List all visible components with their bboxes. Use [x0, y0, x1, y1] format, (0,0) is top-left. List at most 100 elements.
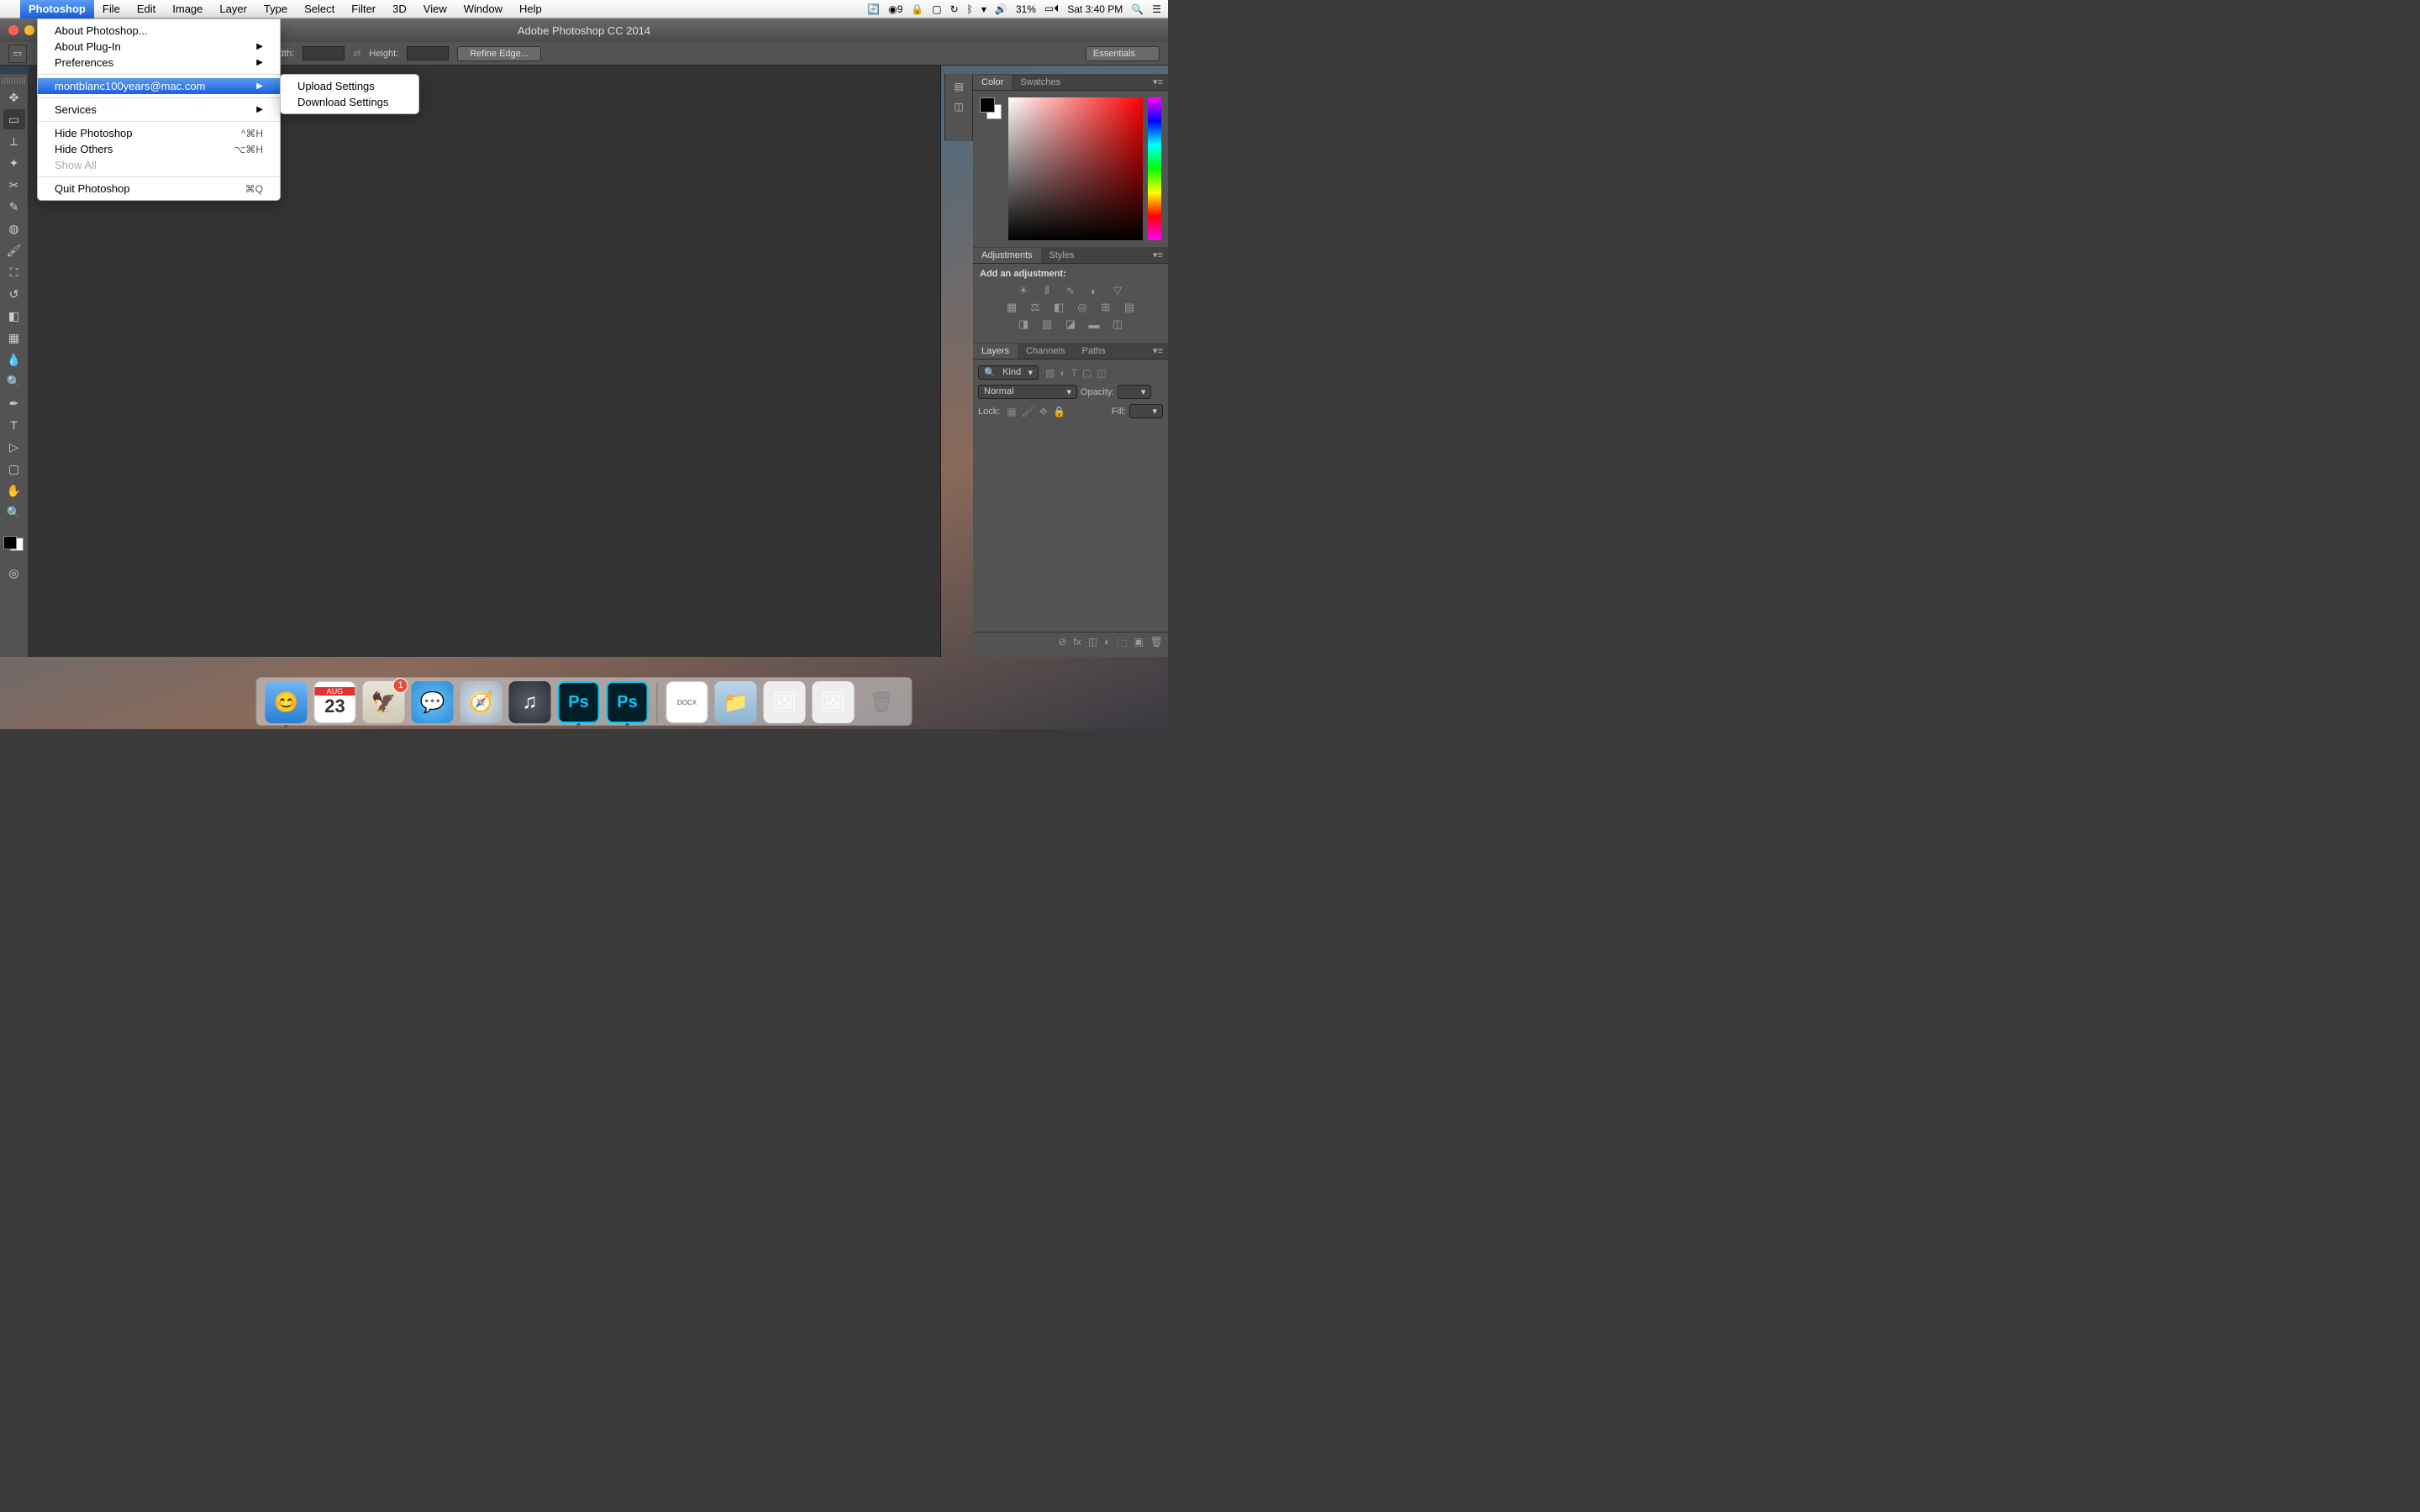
clone-stamp-tool[interactable]: ⛶ — [3, 262, 25, 282]
filter-pixel-icon[interactable]: ▧ — [1045, 367, 1055, 379]
fill-input[interactable]: ▾ — [1129, 404, 1163, 418]
opacity-input[interactable]: ▾ — [1118, 385, 1151, 399]
dodge-tool[interactable]: 🔍 — [3, 371, 25, 391]
menu-help[interactable]: Help — [511, 0, 550, 18]
dock-photoshop-1[interactable]: Ps — [558, 681, 600, 723]
menu-preferences[interactable]: Preferences▶ — [38, 55, 280, 71]
creative-cloud-icon[interactable]: ◉ 9 — [888, 3, 902, 15]
menu-account[interactable]: montblanc100years@mac.com▶ — [38, 78, 280, 94]
color-lookup-icon[interactable]: ▤ — [1121, 301, 1138, 314]
layer-fx-icon[interactable]: fx — [1073, 636, 1081, 654]
spotlight-icon[interactable]: 🔍 — [1131, 3, 1144, 15]
history-panel-icon[interactable]: ▤ — [950, 79, 968, 94]
selective-color-icon[interactable]: ◫ — [1109, 318, 1126, 331]
swap-icon[interactable]: ⇄ — [353, 48, 360, 59]
submenu-download-settings[interactable]: Download Settings — [281, 94, 418, 110]
clock[interactable]: Sat 3:40 PM — [1067, 3, 1123, 15]
filter-adjust-icon[interactable]: ◐ — [1060, 367, 1065, 379]
tab-channels[interactable]: Channels — [1018, 344, 1073, 359]
fg-swatch[interactable] — [980, 97, 995, 113]
panel-grip[interactable] — [2, 77, 27, 84]
filter-shape-icon[interactable]: ▢ — [1082, 367, 1092, 379]
tab-color[interactable]: Color — [973, 75, 1012, 90]
dock-mail[interactable]: 🦅1 — [363, 681, 405, 723]
menu-type[interactable]: Type — [255, 0, 296, 18]
color-panel-swatches[interactable] — [980, 97, 1003, 240]
healing-brush-tool[interactable]: ◍ — [3, 218, 25, 239]
hand-tool[interactable]: ✋ — [3, 480, 25, 501]
marquee-tool-preset-icon[interactable]: ▭ — [8, 45, 27, 63]
menu-services[interactable]: Services▶ — [38, 102, 280, 118]
move-tool[interactable]: ✥ — [3, 87, 25, 108]
magic-wand-tool[interactable]: ✦ — [3, 153, 25, 173]
rectangle-tool[interactable]: ▢ — [3, 459, 25, 479]
menu-about-photoshop[interactable]: About Photoshop... — [38, 23, 280, 39]
tab-swatches[interactable]: Swatches — [1012, 75, 1069, 90]
volume-icon[interactable]: 🔊 — [995, 3, 1007, 15]
refine-edge-button[interactable]: Refine Edge... — [457, 46, 541, 61]
lock-pixels-icon[interactable]: 🖌 — [1022, 406, 1034, 417]
lock-transparent-icon[interactable]: ▦ — [1007, 406, 1016, 417]
new-layer-icon[interactable]: ▣ — [1134, 636, 1143, 654]
battery-icon[interactable]: ▭⏴ — [1044, 3, 1059, 15]
type-tool[interactable]: T — [3, 415, 25, 435]
menu-hide-others[interactable]: Hide Others⌥⌘H — [38, 141, 280, 157]
panel-menu-icon[interactable]: ▾≡ — [1148, 345, 1168, 356]
lock-position-icon[interactable]: ✥ — [1039, 406, 1048, 417]
blend-mode-select[interactable]: Normal▾ — [978, 385, 1077, 399]
pen-tool[interactable]: ✒ — [3, 393, 25, 413]
new-group-icon[interactable]: 🗀 — [1117, 636, 1127, 654]
tab-styles[interactable]: Styles — [1041, 248, 1083, 263]
filter-smart-icon[interactable]: ◫ — [1097, 367, 1106, 379]
menu-hide-photoshop[interactable]: Hide Photoshop^⌘H — [38, 125, 280, 141]
minimize-window-button[interactable] — [24, 25, 34, 35]
crop-tool[interactable]: ✂ — [3, 175, 25, 195]
menu-edit[interactable]: Edit — [129, 0, 164, 18]
link-layers-icon[interactable]: ⊘ — [1058, 636, 1066, 654]
dock-photoshop-2[interactable]: Ps — [607, 681, 649, 723]
new-adjustment-icon[interactable]: ◐ — [1104, 636, 1110, 654]
dock-safari[interactable]: 🧭 — [460, 681, 502, 723]
channel-mixer-icon[interactable]: ⊞ — [1097, 301, 1114, 314]
vibrance-icon[interactable]: ▽ — [1109, 284, 1126, 297]
menu-about-plugin[interactable]: About Plug-In▶ — [38, 39, 280, 55]
bluetooth-icon[interactable]: ᛒ — [967, 3, 973, 15]
notification-center-icon[interactable]: ☰ — [1152, 3, 1161, 15]
posterize-icon[interactable]: ▥ — [1039, 318, 1055, 331]
tab-adjustments[interactable]: Adjustments — [973, 248, 1041, 263]
invert-icon[interactable]: ◨ — [1015, 318, 1032, 331]
delete-layer-icon[interactable]: 🗑 — [1150, 636, 1163, 654]
menu-layer[interactable]: Layer — [211, 0, 255, 18]
tab-paths[interactable]: Paths — [1074, 344, 1114, 359]
menu-image[interactable]: Image — [164, 0, 211, 18]
width-input[interactable] — [302, 46, 345, 60]
workspace-select[interactable]: Essentials — [1086, 46, 1160, 61]
dock-messages[interactable]: 💬 — [412, 681, 454, 723]
hue-slider[interactable] — [1148, 97, 1161, 240]
gradient-map-icon[interactable]: ▬ — [1086, 318, 1102, 331]
panel-menu-icon[interactable]: ▾≡ — [1148, 76, 1168, 87]
submenu-upload-settings[interactable]: Upload Settings — [281, 78, 418, 94]
dock-finder[interactable]: 😊 — [266, 681, 308, 723]
lock-icon[interactable]: 🔒 — [911, 3, 923, 15]
dock-downloads[interactable]: 📁 — [715, 681, 757, 723]
zoom-tool[interactable]: 🔍 — [3, 502, 25, 522]
marquee-tool[interactable]: ▭ — [3, 109, 25, 129]
history-brush-tool[interactable]: ↺ — [3, 284, 25, 304]
foreground-color-swatch[interactable] — [3, 536, 17, 549]
close-window-button[interactable] — [8, 25, 18, 35]
eyedropper-tool[interactable]: ✎ — [3, 197, 25, 217]
layer-filter-select[interactable]: 🔍Kind▾ — [978, 365, 1039, 380]
bw-icon[interactable]: ◧ — [1050, 301, 1067, 314]
filter-type-icon[interactable]: T — [1071, 367, 1077, 379]
properties-panel-icon[interactable]: ◫ — [950, 99, 968, 114]
dock-itunes[interactable]: ♫ — [509, 681, 551, 723]
menu-view[interactable]: View — [415, 0, 455, 18]
dock-stack-1[interactable]: 🖼 — [764, 681, 806, 723]
color-swatches[interactable] — [3, 531, 25, 553]
dock-calendar[interactable]: AUG 23 — [314, 681, 356, 723]
quick-mask-tool[interactable]: ◎ — [3, 563, 25, 583]
levels-icon[interactable]: ⫴ — [1039, 284, 1055, 297]
tab-layers[interactable]: Layers — [973, 344, 1018, 359]
menu-select[interactable]: Select — [296, 0, 343, 18]
